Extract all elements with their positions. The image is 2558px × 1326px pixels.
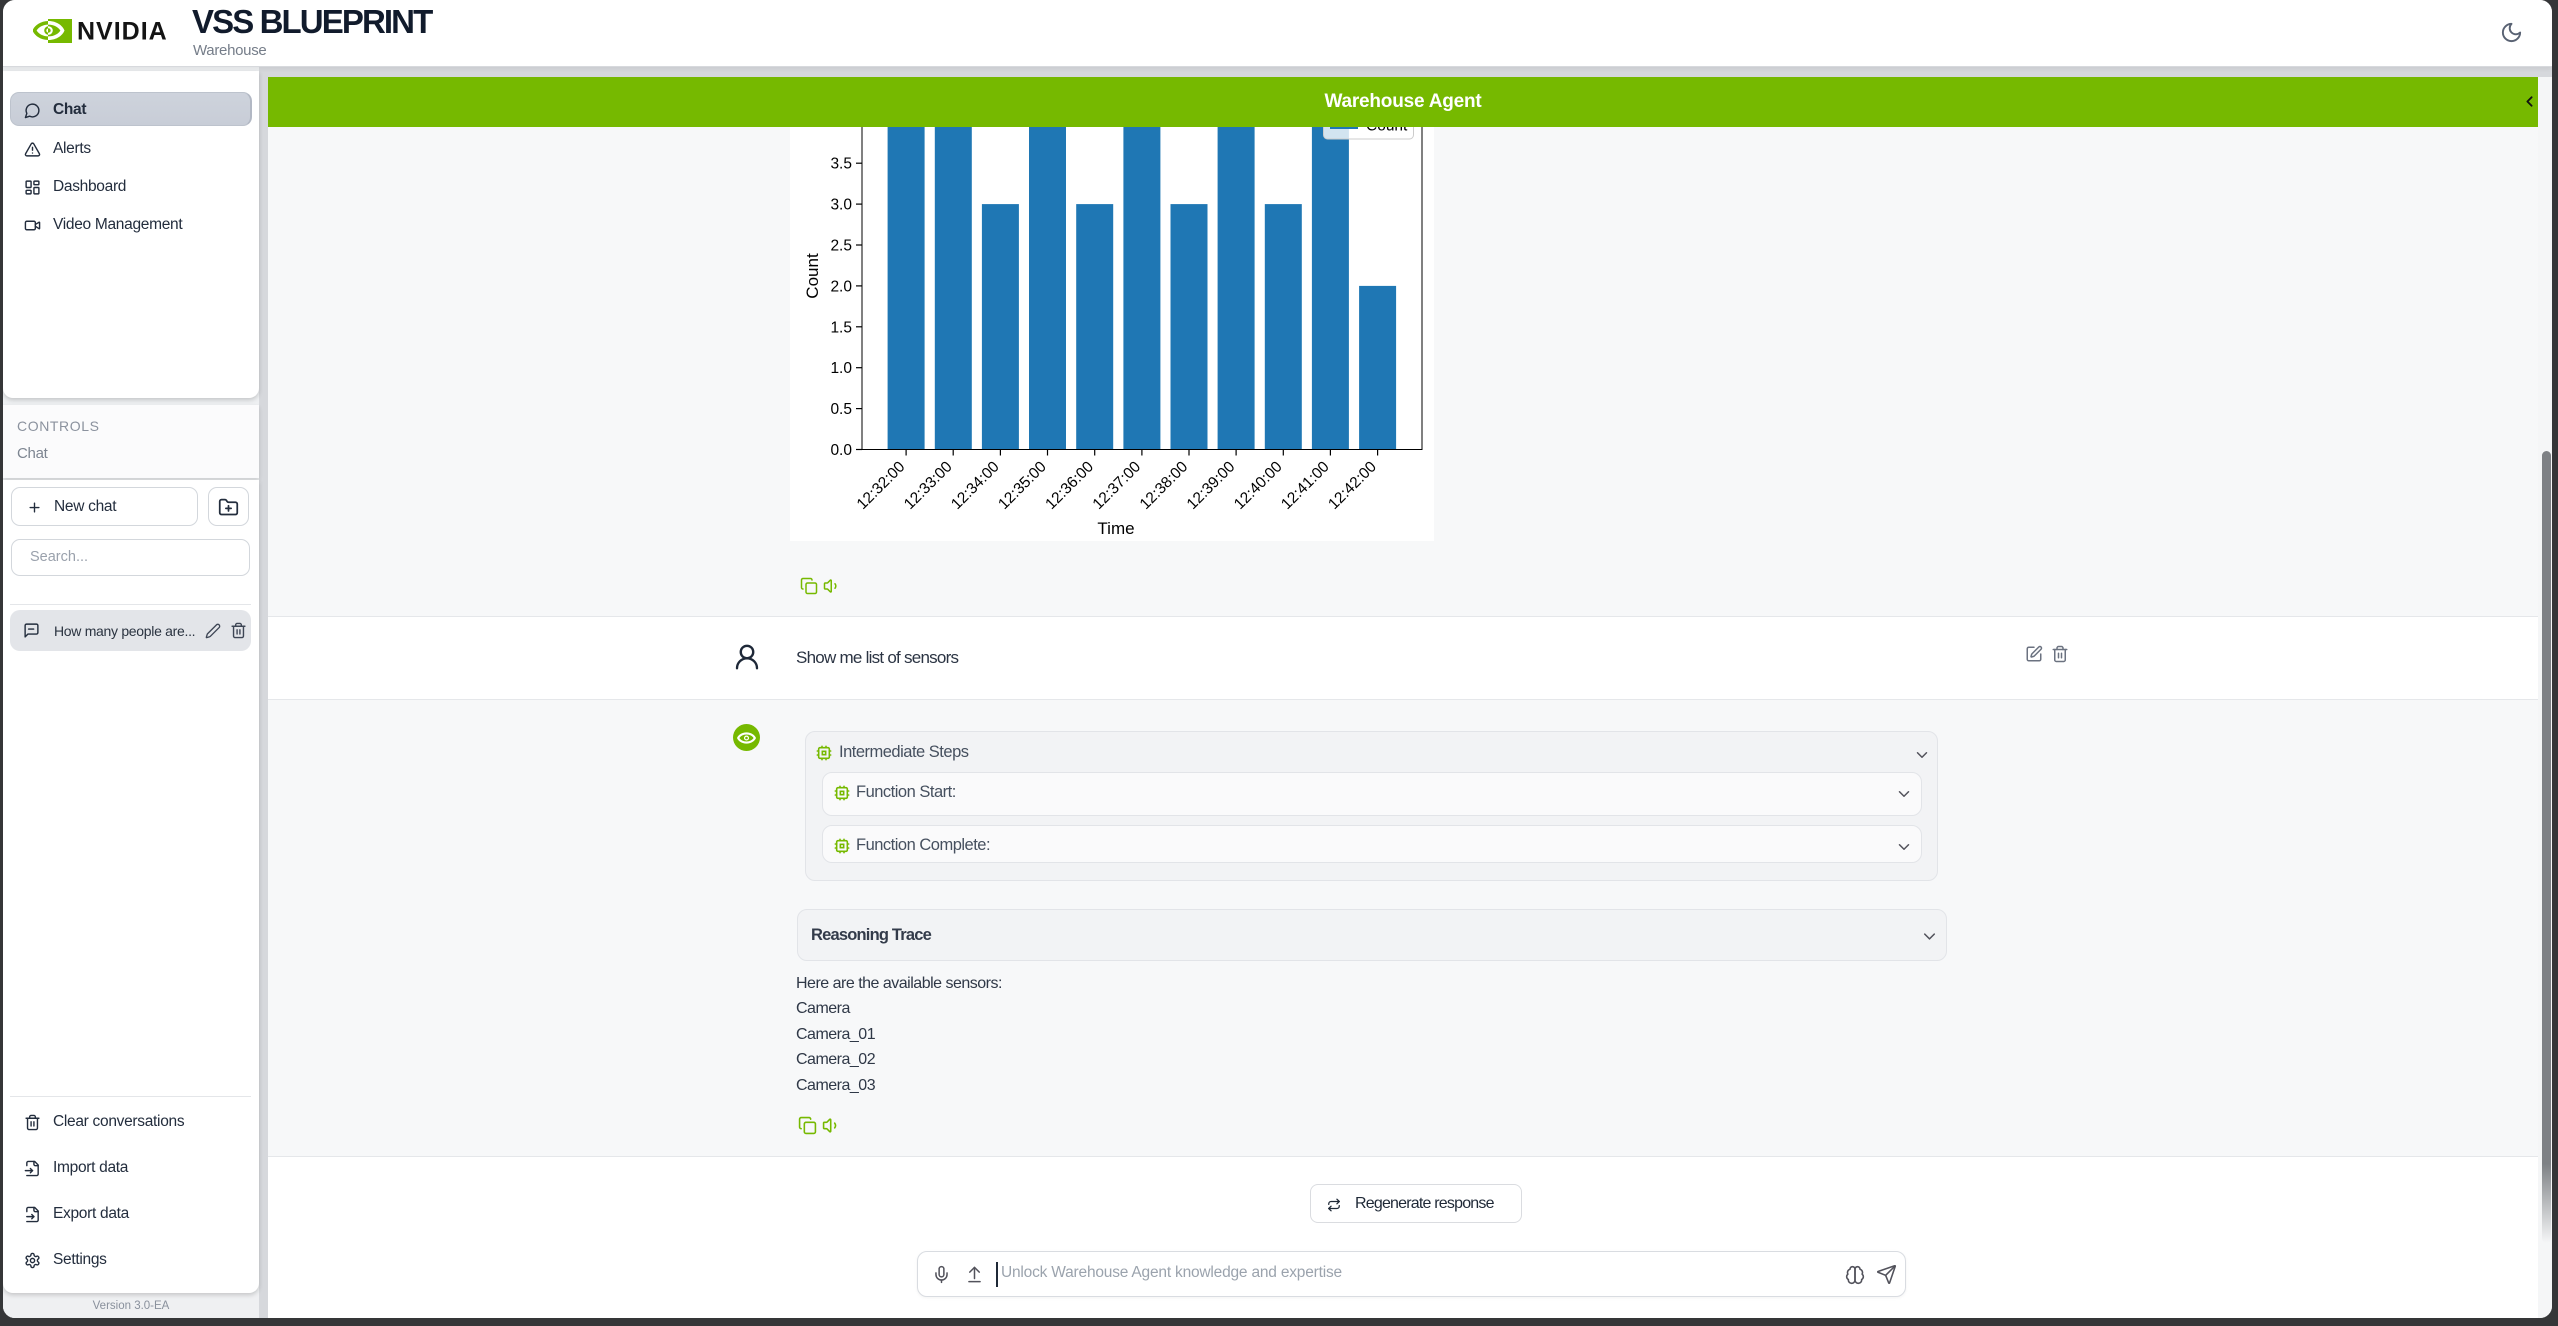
svg-text:Count: Count xyxy=(803,253,822,299)
svg-text:Count: Count xyxy=(1366,127,1408,135)
svg-text:1.5: 1.5 xyxy=(830,319,852,336)
svg-text:0.5: 0.5 xyxy=(830,401,852,418)
svg-text:Time: Time xyxy=(1097,519,1134,538)
svg-text:3.0: 3.0 xyxy=(830,197,852,214)
svg-text:1.0: 1.0 xyxy=(830,360,852,377)
svg-text:2.5: 2.5 xyxy=(830,238,852,255)
svg-text:0.0: 0.0 xyxy=(830,442,852,459)
svg-text:2.0: 2.0 xyxy=(830,278,852,295)
svg-text:3.5: 3.5 xyxy=(830,156,852,173)
svg-text:NVIDIA: NVIDIA xyxy=(77,18,168,46)
